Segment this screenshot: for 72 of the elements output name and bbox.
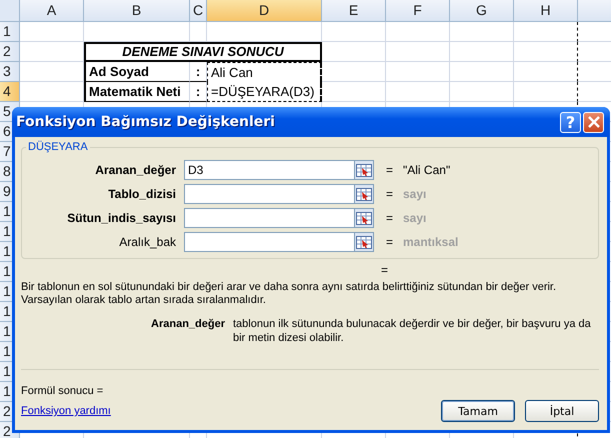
- equals-sign: =: [384, 235, 393, 249]
- sheet-cell: [386, 62, 450, 82]
- sheet-cell: [322, 62, 386, 82]
- formula-result: Formül sonucu =: [21, 385, 104, 397]
- column-header[interactable]: A: [20, 0, 84, 22]
- argument-name: Aranan_değer: [150, 317, 226, 332]
- sheet-cell: [514, 82, 578, 102]
- sheet-cell: [514, 62, 578, 82]
- sheet-cell: [20, 42, 84, 62]
- ok-button[interactable]: Tamam: [441, 400, 515, 422]
- range-select-icon: [356, 188, 372, 200]
- table-cell: Ad Soyad: [84, 62, 190, 82]
- function-description: Bir tablonun en sol sütunundaki bir değeri arar ve daha sonra aynı satırda belirttiğiniz sütundan bir değer verir. Varsayılan olarak tablo artan sırada sıralanmalıdır.: [21, 280, 558, 307]
- column-header[interactable]: D: [207, 0, 322, 22]
- argument-label: Aralık_bak: [118, 235, 177, 249]
- argument-label: Sütun_indis_sayısı: [66, 211, 177, 225]
- table-cell: :: [190, 82, 207, 102]
- cancel-button[interactable]: İptal: [525, 400, 599, 422]
- range-select-icon: [356, 212, 372, 224]
- range-button[interactable]: [354, 232, 374, 252]
- help-button[interactable]: ?: [560, 112, 581, 132]
- function-name: DÜŞEYARA: [26, 141, 90, 153]
- input-field[interactable]: [184, 232, 354, 252]
- sheet-cell: [514, 22, 578, 42]
- column-header[interactable]: E: [322, 0, 386, 22]
- row-header[interactable]: 2: [0, 42, 20, 62]
- argument-result: sayı: [403, 187, 426, 201]
- column-header[interactable]: B: [84, 0, 190, 22]
- range-button[interactable]: [354, 184, 374, 204]
- sheet-cell: [386, 22, 450, 42]
- argument-label: Aranan_değer: [94, 163, 177, 177]
- sheet-cell: [322, 22, 386, 42]
- equals-sign: =: [384, 211, 393, 225]
- sheet-cell: [322, 42, 386, 62]
- column-header[interactable]: H: [514, 0, 578, 22]
- column-header[interactable]: F: [386, 0, 450, 22]
- argument-result: sayı: [403, 211, 426, 225]
- sheet-cell: [450, 62, 514, 82]
- sheet-cell: [386, 42, 450, 62]
- sheet-cell: [450, 22, 514, 42]
- input-field[interactable]: D3: [184, 160, 354, 180]
- row-header[interactable]: 3: [0, 62, 20, 82]
- sheet-cell: [514, 42, 578, 62]
- argument-result: mantıksal: [403, 235, 458, 249]
- column-header[interactable]: C: [190, 0, 207, 22]
- table-cell: Ali Can: [207, 62, 322, 82]
- row-header[interactable]: 4: [0, 82, 20, 102]
- sheet-cell: [190, 22, 207, 42]
- sheet-cell: [20, 22, 84, 42]
- argument-result: "Ali Can": [403, 163, 450, 177]
- table-cell: :: [190, 62, 207, 82]
- range-select-icon: [356, 164, 372, 176]
- equals-sign: =: [381, 263, 388, 277]
- table-title: DENEME SINAVI SONUCU: [84, 42, 322, 62]
- table-cell: =DÜŞEYARA(D3): [207, 82, 322, 102]
- range-button[interactable]: [354, 160, 374, 180]
- input-field[interactable]: [184, 208, 354, 228]
- close-icon: [588, 116, 600, 128]
- argument-description: tablonun ilk sütununda bulunacak değerdir ve bir değer, bir başvuru ya da bir metin dizesi olabilir.: [233, 317, 592, 345]
- close-button[interactable]: [583, 112, 604, 132]
- sheet-cell: [450, 42, 514, 62]
- range-button[interactable]: [354, 208, 374, 228]
- input-field[interactable]: [184, 184, 354, 204]
- table-cell: Matematik Neti: [84, 82, 190, 102]
- sheet-cell: [20, 62, 84, 82]
- row-header[interactable]: 1: [0, 22, 20, 42]
- equals-sign: =: [384, 163, 393, 177]
- equals-sign: =: [384, 187, 393, 201]
- argument-label: Tablo_dizisi: [107, 187, 177, 201]
- help-link[interactable]: Fonksiyon yardımı: [21, 405, 111, 417]
- column-header[interactable]: G: [450, 0, 514, 22]
- range-select-icon: [356, 236, 372, 248]
